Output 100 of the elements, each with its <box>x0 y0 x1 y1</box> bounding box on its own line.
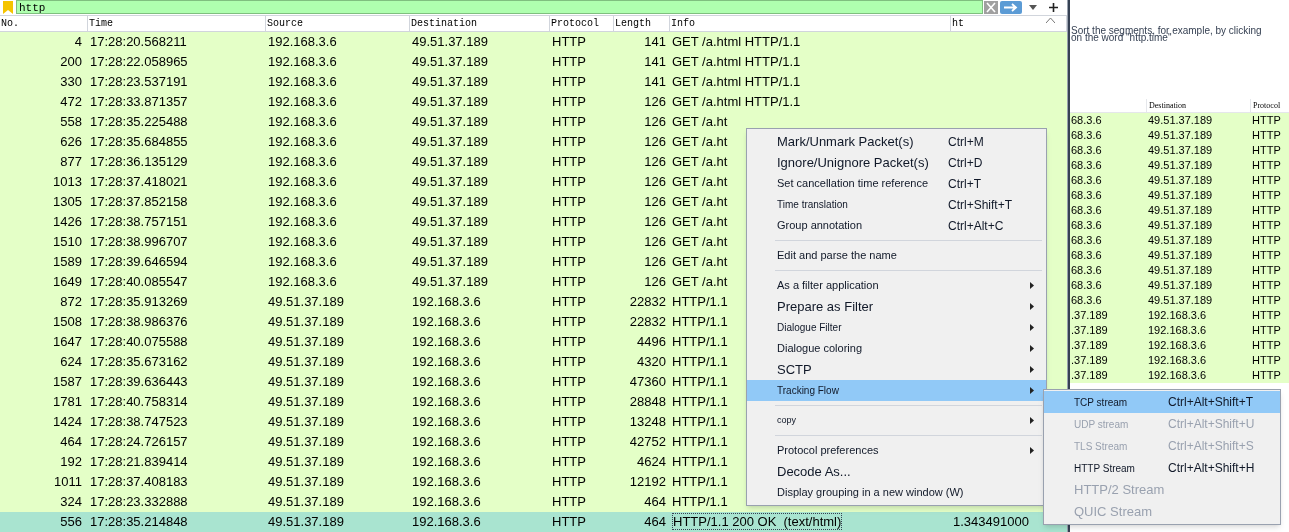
table-cell: 49.51.37.189 <box>1148 279 1213 292</box>
table-cell: HTTP <box>552 514 586 530</box>
submenu-arrow-icon <box>1030 345 1034 352</box>
table-cell: 49.51.37.189 <box>412 154 488 170</box>
menu-item[interactable]: copy <box>747 410 1046 431</box>
table-cell: 17:28:33.871357 <box>90 94 188 110</box>
table-cell: HTTP/1.1 <box>672 494 728 510</box>
table-cell: 17:28:38.986376 <box>90 314 188 330</box>
menu-item[interactable]: Mark/Unmark Packet(s) Ctrl+M <box>747 131 1046 152</box>
table-cell: HTTP <box>552 154 586 170</box>
column-header[interactable]: Length <box>615 16 651 31</box>
menu-item[interactable]: Ignore/Unignore Packet(s) Ctrl+D <box>747 152 1046 173</box>
table-cell: 49.51.37.189 <box>412 274 488 290</box>
packet-row[interactable]: 556 17:28:35.214848 49.51.37.189 192.168.3.6 HTTP 464 HTTP/1.1 200 OK (text/html) 1.343491000 <box>0 512 1067 532</box>
table-cell: HTTP <box>552 414 586 430</box>
table-cell: HTTP <box>552 494 586 510</box>
column-header[interactable]: No. <box>1 16 19 31</box>
table-cell: 49.51.37.189 <box>1148 174 1213 187</box>
table-cell: 49.51.37.189 <box>412 174 488 190</box>
table-cell: 126 <box>644 194 666 210</box>
table-cell: 126 <box>644 154 666 170</box>
table-cell: HTTP <box>1252 369 1281 382</box>
table-cell: HTTP <box>552 334 586 350</box>
table-cell: GET /a.ht <box>672 114 728 130</box>
column-header[interactable]: Info <box>671 16 695 31</box>
table-cell: 49.51.37.189 <box>268 354 344 370</box>
table-cell: HTTP/1.1 <box>672 294 728 310</box>
table-cell: 49.51.37.189 <box>1148 294 1213 307</box>
table-cell: 1587 <box>53 374 82 390</box>
bookmark-icon[interactable] <box>2 0 14 14</box>
table-cell: 4320 <box>637 354 666 370</box>
add-icon[interactable] <box>1049 2 1058 12</box>
clear-icon[interactable] <box>984 0 998 14</box>
table-cell: HTTP <box>1252 279 1281 292</box>
table-cell: GET /a.html HTTP/1.1 <box>672 54 801 70</box>
column-header[interactable]: Source <box>267 16 303 31</box>
menu-item[interactable]: Tracking Flow <box>747 380 1046 401</box>
table-cell: 49.51.37.189 <box>412 54 488 70</box>
table-cell: HTTP/1.1 <box>672 434 728 450</box>
hint-text: Sort the segments, for example, by clicking on the word "http.time" <box>1070 27 1263 41</box>
table-cell: HTTP/1.1 <box>672 334 728 350</box>
submenu-arrow-icon <box>1030 417 1034 424</box>
table-cell: HTTP <box>1252 324 1281 337</box>
table-cell: GET /a.html HTTP/1.1 <box>672 74 801 90</box>
table-cell: GET /a.ht <box>672 134 728 150</box>
table-cell: 68.3.6 <box>1071 144 1102 157</box>
table-cell: HTTP/1.1 <box>672 414 728 430</box>
table-cell: HTTP <box>552 94 586 110</box>
table-cell: 192.168.3.6 <box>412 434 481 450</box>
table-cell: 141 <box>644 34 666 50</box>
menu-item[interactable]: Set cancellation time reference Ctrl+T <box>747 173 1046 194</box>
column-header[interactable]: Protocol <box>551 16 599 31</box>
table-cell: GET /a.ht <box>672 274 728 290</box>
menu-item[interactable]: TCP stream Ctrl+Alt+Shift+T <box>1044 391 1280 413</box>
table-cell: 126 <box>644 214 666 230</box>
table-cell: 126 <box>644 274 666 290</box>
table-cell: 17:28:35.225488 <box>90 114 188 130</box>
table-cell: 556 <box>60 514 82 530</box>
table-cell: HTTP <box>552 294 586 310</box>
table-cell: HTTP <box>1252 174 1281 187</box>
table-cell: HTTP <box>1252 264 1281 277</box>
menu-item[interactable]: Time translation Ctrl+Shift+T <box>747 194 1046 215</box>
table-cell: HTTP <box>552 314 586 330</box>
table-cell: GET /a.html HTTP/1.1 <box>672 34 801 50</box>
table-cell: 68.3.6 <box>1071 234 1102 247</box>
table-cell: 192.168.3.6 <box>412 454 481 470</box>
table-cell: 42752 <box>629 434 666 450</box>
table-cell: HTTP <box>552 54 586 70</box>
table-cell: 49.51.37.189 <box>268 374 344 390</box>
table-cell: GET /a.ht <box>672 254 728 270</box>
column-header[interactable]: Time <box>89 16 113 31</box>
table-cell: 1424 <box>53 414 82 430</box>
table-cell: 17:28:38.757151 <box>90 214 188 230</box>
table-cell: 192.168.3.6 <box>268 94 337 110</box>
table-cell: 464 <box>644 514 666 530</box>
table-cell: 1589 <box>53 254 82 270</box>
column-header[interactable]: ht <box>952 16 964 31</box>
table-cell: 877 <box>60 154 82 170</box>
table-cell: HTTP/1.1 <box>672 394 728 410</box>
submenu-arrow-icon <box>1030 282 1034 289</box>
table-cell: 558 <box>60 114 82 130</box>
column-header[interactable]: Destination <box>411 16 477 31</box>
table-cell: 192.168.3.6 <box>268 54 337 70</box>
column-header: Destination <box>1149 99 1186 112</box>
filter-field[interactable]: http <box>16 0 983 14</box>
table-cell: HTTP <box>552 214 586 230</box>
table-cell: 17:28:40.085547 <box>90 274 188 290</box>
table-cell: 192.168.3.6 <box>412 414 481 430</box>
table-cell: 464 <box>644 494 666 510</box>
table-cell: 17:28:35.684855 <box>90 134 188 150</box>
table-cell: 49.51.37.189 <box>1148 234 1213 247</box>
table-cell: 192.168.3.6 <box>268 194 337 210</box>
table-cell: HTTP/1.1 <box>672 354 728 370</box>
table-cell: 49.51.37.189 <box>1148 264 1213 277</box>
table-cell: HTTP <box>552 474 586 490</box>
dropdown-caret-icon[interactable] <box>1029 4 1037 10</box>
table-cell: 49.51.37.189 <box>1148 189 1213 202</box>
table-cell: HTTP/1.1 <box>672 374 728 390</box>
table-cell: 192.168.3.6 <box>1148 339 1207 352</box>
table-cell: 4624 <box>637 454 666 470</box>
